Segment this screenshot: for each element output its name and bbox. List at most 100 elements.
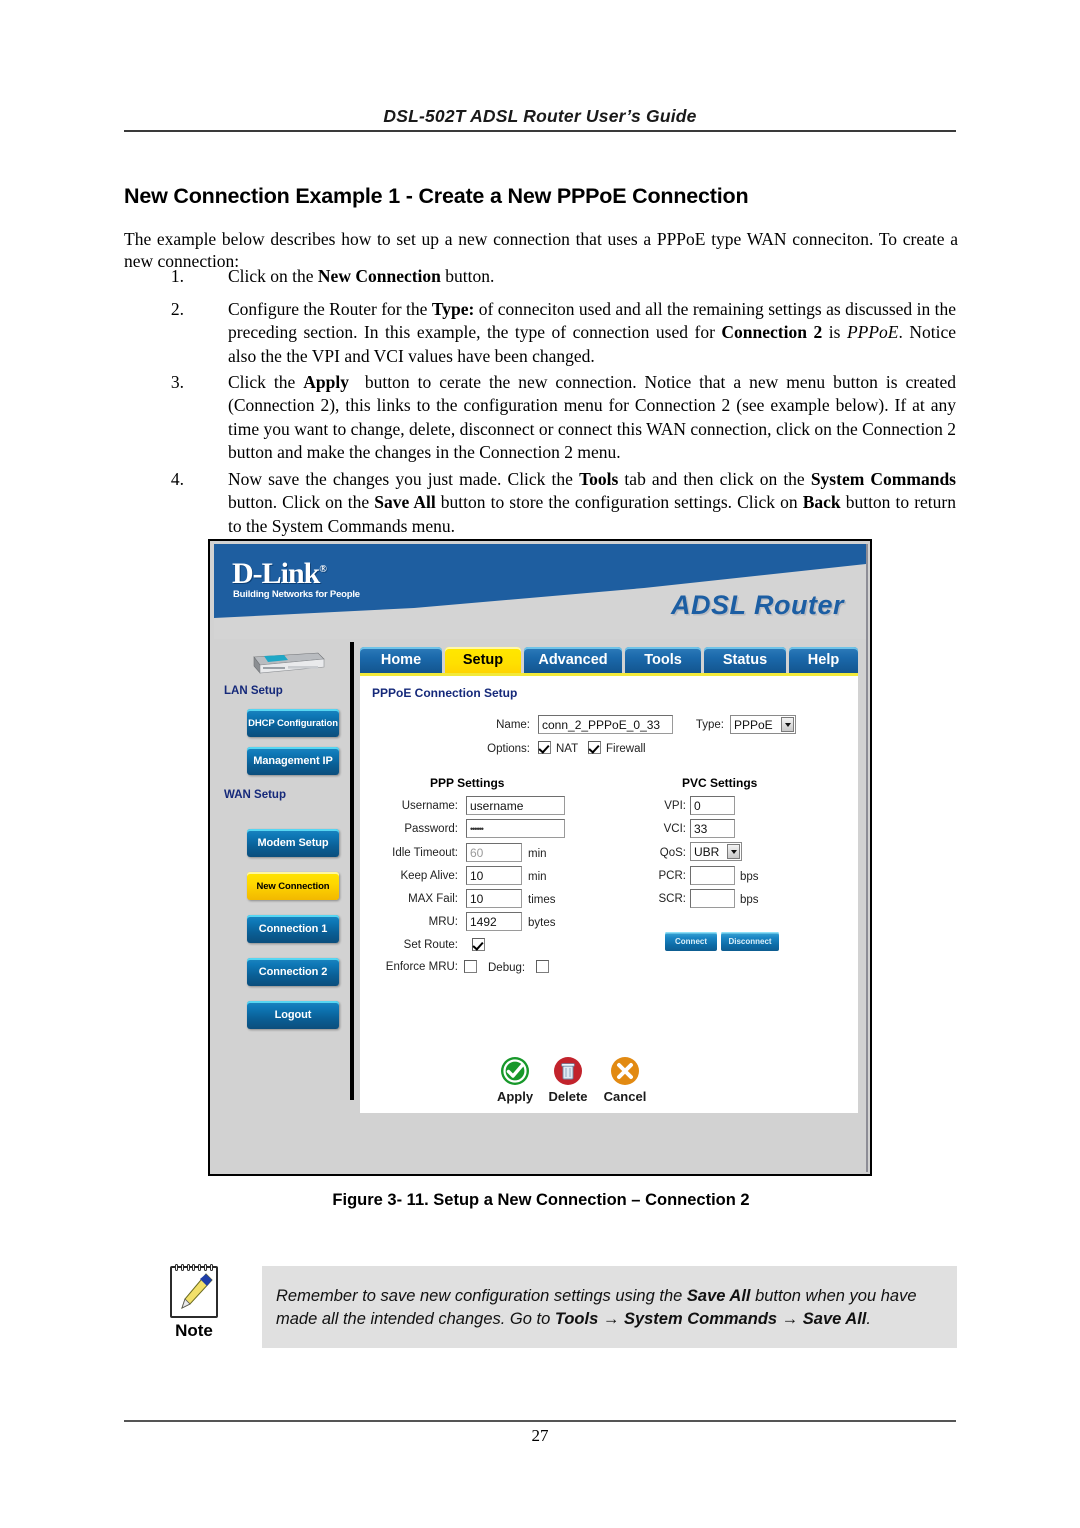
keep-alive-label: Keep Alive: [400, 870, 458, 882]
tab-help[interactable]: Help [789, 647, 858, 673]
page-title: New Connection Example 1 - Create a New … [124, 184, 749, 209]
list-item-text: Now save the changes you just made. Clic… [228, 469, 956, 536]
keep-alive-input[interactable]: 10 [466, 866, 522, 885]
panel-actions: Apply Delete Cancel [478, 1056, 738, 1118]
list-item: 3. Click the Apply button to cerate the … [156, 371, 956, 464]
scr-label: SCR: [658, 893, 686, 905]
check-circle-icon [500, 1056, 530, 1086]
product-title: ADSL Router [670, 590, 844, 620]
vpi-input[interactable]: 0 [690, 796, 735, 815]
cancel-button[interactable]: Cancel [588, 1056, 662, 1104]
tab-status[interactable]: Status [704, 647, 786, 673]
list-item-number: 4. [170, 469, 184, 489]
qos-select-value: UBR [694, 844, 720, 859]
sidebar-heading-wan: WAN Setup [224, 789, 286, 801]
mru-unit: bytes [528, 917, 556, 929]
set-route-label: Set Route: [403, 939, 458, 951]
list-item: 4. Now save the changes you just made. C… [156, 468, 956, 538]
tab-home[interactable]: Home [360, 647, 442, 673]
mru-input[interactable]: 1492 [466, 912, 522, 931]
ui-content: Home Setup Advanced Tools Status Help PP… [356, 639, 866, 1172]
idle-timeout-label: Idle Timeout: [392, 847, 458, 859]
keep-alive-unit: min [528, 871, 547, 883]
type-label: Type: [695, 719, 724, 731]
firewall-checkbox[interactable] [588, 741, 601, 754]
sidebar-divider [350, 642, 354, 1100]
tab-advanced[interactable]: Advanced [524, 647, 622, 673]
dlink-logo-text: D-Link [232, 557, 320, 590]
vci-input[interactable]: 33 [690, 819, 735, 838]
ui-panel: PPPoE Connection Setup Name: conn_2_PPPo… [360, 676, 858, 1113]
ppp-settings-title: PPP Settings [430, 776, 505, 790]
mru-label: MRU: [428, 916, 458, 928]
chevron-down-icon[interactable] [781, 717, 794, 732]
firewall-label: Firewall [606, 743, 646, 755]
list-item: 2. Configure the Router for the Type: of… [156, 298, 956, 368]
qos-select[interactable]: UBR [690, 842, 742, 861]
type-select-value: PPPoE [734, 717, 773, 732]
registered-mark: ® [319, 564, 327, 575]
note-icon-wrapper: Note [158, 1264, 230, 1341]
sidebar-item-modem-setup[interactable]: Modem Setup [247, 829, 339, 857]
dlink-tagline: Building Networks for People [233, 589, 360, 600]
panel-title: PPPoE Connection Setup [372, 686, 518, 700]
sidebar-heading-lan: LAN Setup [224, 685, 283, 697]
idle-timeout-unit: min [528, 848, 547, 860]
enforce-mru-label: Enforce MRU: [385, 961, 458, 973]
name-label: Name: [496, 719, 530, 731]
note-box: Remember to save new configuration setti… [262, 1266, 957, 1348]
debug-label: Debug: [488, 962, 526, 974]
disconnect-button[interactable]: Disconnect [721, 932, 779, 951]
pcr-unit: bps [740, 871, 759, 883]
scr-input[interactable] [690, 889, 735, 908]
list-item-number: 2. [170, 299, 184, 319]
footer-rule [124, 1420, 956, 1422]
router-device-image [253, 652, 325, 674]
username-input[interactable]: username [466, 796, 565, 815]
ui-banner: D-Link® Building Networks for People ADS… [214, 544, 866, 639]
type-select[interactable]: PPPoE [730, 715, 796, 734]
sidebar-item-management-ip[interactable]: Management IP [247, 747, 339, 775]
connect-button[interactable]: Connect [665, 932, 717, 951]
vpi-label: VPI: [664, 800, 686, 812]
cancel-button-label: Cancel [603, 1089, 647, 1104]
set-route-checkbox[interactable] [472, 938, 485, 951]
enforce-mru-checkbox[interactable] [464, 960, 477, 973]
figure-router-screenshot: D-Link® Building Networks for People ADS… [208, 539, 872, 1176]
pcr-label: PCR: [658, 870, 686, 882]
max-fail-unit: times [528, 894, 556, 906]
dlink-logo: D-Link® [232, 557, 327, 591]
debug-checkbox[interactable] [536, 960, 549, 973]
options-label: Options: [487, 743, 530, 755]
sidebar-item-connection-2[interactable]: Connection 2 [247, 958, 339, 986]
tab-setup[interactable]: Setup [445, 647, 521, 673]
list-item-text: Click the Apply button to cerate the new… [228, 372, 956, 462]
figure-caption: Figure 3- 11. Setup a New Connection – C… [332, 1191, 750, 1209]
nat-checkbox[interactable] [538, 741, 551, 754]
scr-unit: bps [740, 894, 759, 906]
tab-tools[interactable]: Tools [625, 647, 701, 673]
password-label: Password: [404, 823, 458, 835]
list-item-number: 1. [170, 266, 184, 286]
pencil-icon [181, 1273, 213, 1309]
password-input[interactable]: •••••• [466, 819, 565, 838]
notepad-pencil-icon [170, 1264, 218, 1318]
ui-tabbar: Home Setup Advanced Tools Status Help [360, 647, 858, 675]
note-label: Note [175, 1321, 213, 1340]
chevron-down-icon[interactable] [727, 844, 740, 859]
nat-label: NAT [556, 743, 579, 755]
idle-timeout-input[interactable]: 60 [466, 843, 522, 862]
sidebar-item-connection-1[interactable]: Connection 1 [247, 915, 339, 943]
list-item: 1. Click on the New Connection button. [156, 265, 956, 288]
pcr-input[interactable] [690, 866, 735, 885]
name-input[interactable]: conn_2_PPPoE_0_33 [538, 715, 673, 734]
router-web-ui: D-Link® Building Networks for People ADS… [214, 544, 868, 1172]
sidebar-item-new-connection[interactable]: New Connection [247, 872, 339, 900]
max-fail-label: MAX Fail: [408, 893, 458, 905]
x-circle-icon [610, 1056, 640, 1086]
pvc-settings-title: PVC Settings [682, 776, 758, 790]
max-fail-input[interactable]: 10 [466, 889, 522, 908]
document-page: DSL-502T ADSL Router User’s Guide New Co… [0, 0, 1080, 1528]
sidebar-item-logout[interactable]: Logout [247, 1001, 339, 1029]
sidebar-item-dhcp-configuration[interactable]: DHCP Configuration [247, 709, 339, 737]
